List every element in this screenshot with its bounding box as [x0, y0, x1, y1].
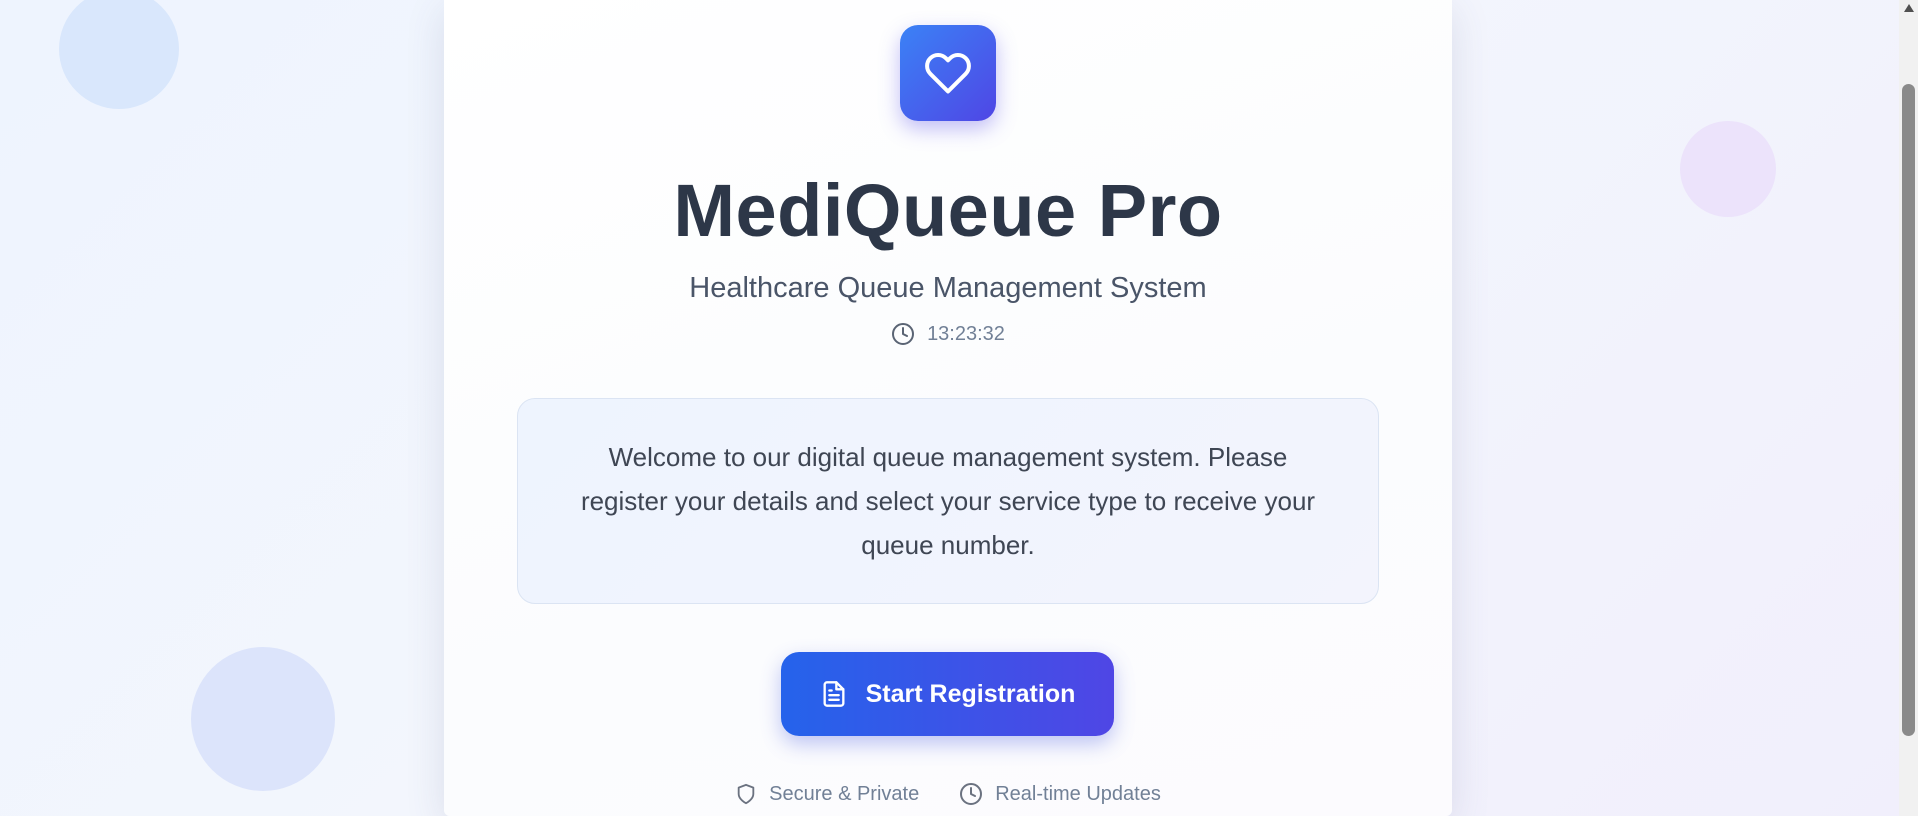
clock-icon: [960, 783, 983, 805]
time-value: 13:23:32: [927, 322, 1005, 345]
feature-realtime-label: Real-time Updates: [995, 782, 1161, 805]
welcome-card: MediQueue Pro Healthcare Queue Managemen…: [444, 0, 1452, 816]
welcome-message-box: Welcome to our digital queue management …: [517, 398, 1379, 604]
scroll-up-arrow[interactable]: [1899, 0, 1918, 16]
start-registration-button[interactable]: Start Registration: [781, 652, 1114, 736]
vertical-scrollbar[interactable]: [1899, 0, 1918, 816]
document-icon: [823, 681, 845, 707]
clock-icon: [892, 323, 915, 345]
heart-icon: [925, 53, 971, 94]
shield-icon: [737, 783, 755, 805]
decorative-circle: [59, 0, 179, 109]
app-subtitle: Healthcare Queue Management System: [689, 272, 1207, 304]
feature-list: Secure & Private Real-time Updates: [444, 782, 1452, 806]
welcome-message: Welcome to our digital queue management …: [580, 442, 1316, 560]
feature-secure-label: Secure & Private: [769, 782, 920, 805]
decorative-circle: [1680, 121, 1776, 217]
current-time: 13:23:32: [444, 322, 1452, 346]
start-registration-label: Start Registration: [865, 679, 1076, 708]
feature-realtime: Real-time Updates: [959, 782, 1161, 806]
app-title: MediQueue Pro: [673, 169, 1223, 252]
app-logo: [900, 25, 996, 121]
triangle-up-icon: [1903, 4, 1914, 12]
feature-secure: Secure & Private: [735, 783, 919, 806]
scrollbar-thumb[interactable]: [1902, 84, 1915, 736]
decorative-circle: [191, 647, 335, 791]
